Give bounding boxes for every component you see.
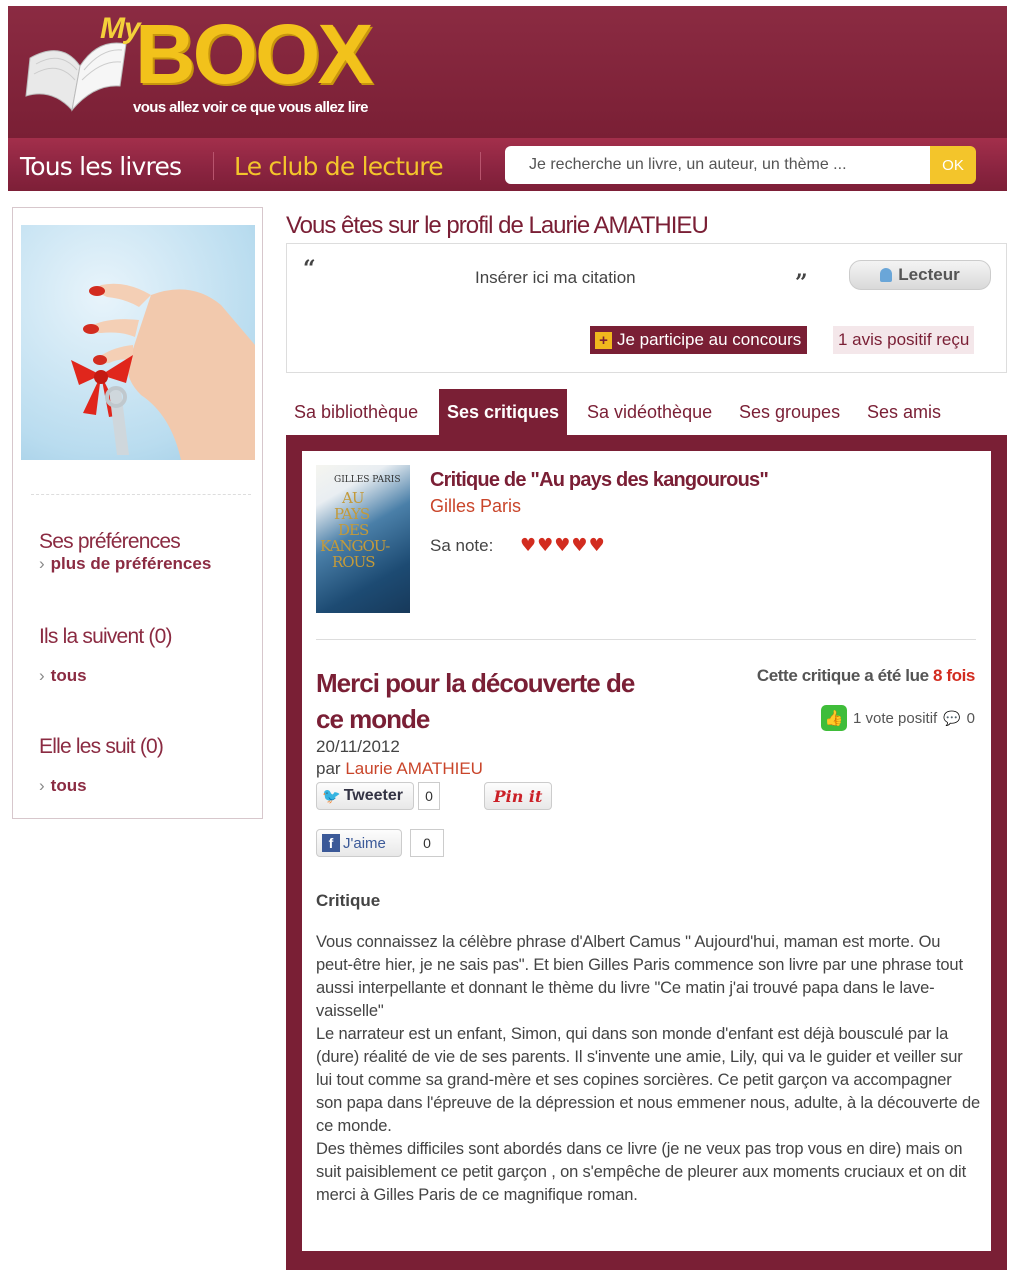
review-body: Vous connaissez la célèbre phrase d'Albe… <box>316 931 981 1207</box>
following-title[interactable]: Elle les suit (0) <box>39 735 164 759</box>
followers-title[interactable]: Ils la suivent (0) <box>39 625 172 649</box>
tab-critiques[interactable]: Ses critiques <box>439 389 568 435</box>
quote-box: “ Insérer ici ma citation ” Lecteur + Je… <box>286 243 1007 373</box>
hand-with-key-illustration <box>71 283 255 460</box>
heart-icon: ♥ <box>537 535 554 556</box>
critique-card: GILLES PARIS AU PAYS DES KANGOU- ROUS Cr… <box>302 451 991 1251</box>
cover-author: GILLES PARIS <box>334 475 401 485</box>
critique-title[interactable]: Critique de "Au pays des kangourous" <box>430 469 769 492</box>
search-box <box>505 146 930 184</box>
pinit-button[interactable]: Pin it <box>484 782 552 810</box>
positive-reviews-badge: 1 avis positif reçu <box>833 326 975 354</box>
tweet-label: Tweeter <box>343 787 403 804</box>
heart-icon: ♥ <box>588 535 605 556</box>
book-cover[interactable]: GILLES PARIS AU PAYS DES KANGOU- ROUS <box>316 465 410 613</box>
role-button[interactable]: Lecteur <box>849 260 991 290</box>
arrow-right-icon: › <box>39 776 45 795</box>
main-nav: Tous les livres Le club de lecture OK <box>8 138 1007 191</box>
following-link-label: tous <box>50 776 87 795</box>
role-button-label: Lecteur <box>898 265 960 284</box>
read-count-prefix: Cette critique a été lue <box>756 666 929 685</box>
profile-sidebar: Ses préférences › plus de préférences Ils… <box>12 207 263 819</box>
twitter-bird-icon: 🐦 <box>322 788 341 805</box>
rating-hearts: ♥ ♥ ♥ ♥ ♥ <box>520 537 605 555</box>
close-quote-icon: ” <box>795 270 808 296</box>
tagline: vous allez voir ce que vous allez lire <box>133 99 368 116</box>
followers-link-label: tous <box>50 666 87 685</box>
divider <box>316 639 976 640</box>
preferences-link[interactable]: › plus de préférences <box>39 554 211 574</box>
search-input[interactable] <box>505 146 930 184</box>
comment-count: 0 <box>966 709 975 727</box>
facebook-like-button[interactable]: f J'aime <box>316 829 402 857</box>
contest-button[interactable]: + Je participe au concours <box>590 326 808 354</box>
nav-separator <box>480 152 481 180</box>
critique-panel: GILLES PARIS AU PAYS DES KANGOU- ROUS Cr… <box>286 435 1007 1270</box>
book-author-link[interactable]: Gilles Paris <box>430 496 521 517</box>
read-count-value: 8 fois <box>932 666 975 685</box>
site-header: My BOOX vous allez voir ce que vous alle… <box>8 6 1007 191</box>
tab-groupes[interactable]: Ses groupes <box>731 389 848 435</box>
tab-videotheque[interactable]: Sa vidéothèque <box>579 389 720 435</box>
facebook-icon: f <box>322 834 340 852</box>
tab-bibliotheque[interactable]: Sa bibliothèque <box>286 389 426 435</box>
heart-icon: ♥ <box>520 535 537 556</box>
nav-all-books[interactable]: Tous les livres <box>20 152 182 181</box>
tweet-button[interactable]: 🐦 Tweeter <box>316 782 414 810</box>
search-button[interactable]: OK <box>930 146 976 184</box>
votes: 👍 1 vote positif 💬 0 <box>821 705 975 731</box>
comment-icon[interactable]: 💬 <box>943 710 960 727</box>
contest-button-label: Je participe au concours <box>617 330 802 349</box>
arrow-right-icon: › <box>39 554 45 573</box>
review-author: par Laurie AMATHIEU <box>316 759 483 779</box>
logo-my[interactable]: My <box>100 12 141 46</box>
page-title: Vous êtes sur le profil de Laurie AMATHI… <box>286 212 709 239</box>
heart-icon: ♥ <box>571 535 588 556</box>
cover-title-line: ROUS <box>332 553 376 571</box>
review-paragraph: Des thèmes difficiles sont abordés dans … <box>316 1140 967 1204</box>
followers-link[interactable]: › tous <box>39 666 87 686</box>
pinit-label: Pin it <box>493 786 543 806</box>
following-link[interactable]: › tous <box>39 776 87 796</box>
review-author-link[interactable]: Laurie AMATHIEU <box>345 759 483 778</box>
banner: My BOOX vous allez voir ce que vous alle… <box>8 6 1007 138</box>
read-count: Cette critique a été lue 8 fois <box>756 666 976 686</box>
tweet-count: 0 <box>418 782 440 810</box>
review-title: Merci pour la découverte de ce monde <box>316 668 635 734</box>
like-count: 0 <box>410 829 444 857</box>
profile-avatar <box>21 225 255 460</box>
tab-amis[interactable]: Ses amis <box>859 389 949 435</box>
arrow-right-icon: › <box>39 666 45 685</box>
like-label: J'aime <box>343 834 386 852</box>
heart-icon: ♥ <box>554 535 571 556</box>
rating-label: Sa note: <box>430 536 494 555</box>
review-by-prefix: par <box>316 759 341 778</box>
logo-boox[interactable]: BOOX <box>135 12 373 96</box>
user-icon <box>880 268 893 282</box>
positive-votes: 1 vote positif <box>853 709 938 727</box>
preferences-link-label: plus de préférences <box>50 554 212 573</box>
review-date: 20/11/2012 <box>316 737 400 756</box>
review-paragraph: Le narrateur est un enfant, Simon, qui d… <box>316 1025 981 1135</box>
nav-reading-club[interactable]: Le club de lecture <box>234 152 444 181</box>
thumb-up-icon[interactable]: 👍 <box>821 705 847 731</box>
plus-icon: + <box>595 331 612 349</box>
critique-heading: Critique <box>316 891 381 910</box>
open-quote-icon: “ <box>303 256 316 282</box>
sidebar-divider <box>31 494 251 495</box>
review-paragraph: Vous connaissez la célèbre phrase d'Albe… <box>316 933 963 1020</box>
nav-separator <box>213 152 214 180</box>
preferences-title[interactable]: Ses préférences <box>39 530 181 554</box>
quote-placeholder[interactable]: Insérer ici ma citation <box>475 268 636 288</box>
